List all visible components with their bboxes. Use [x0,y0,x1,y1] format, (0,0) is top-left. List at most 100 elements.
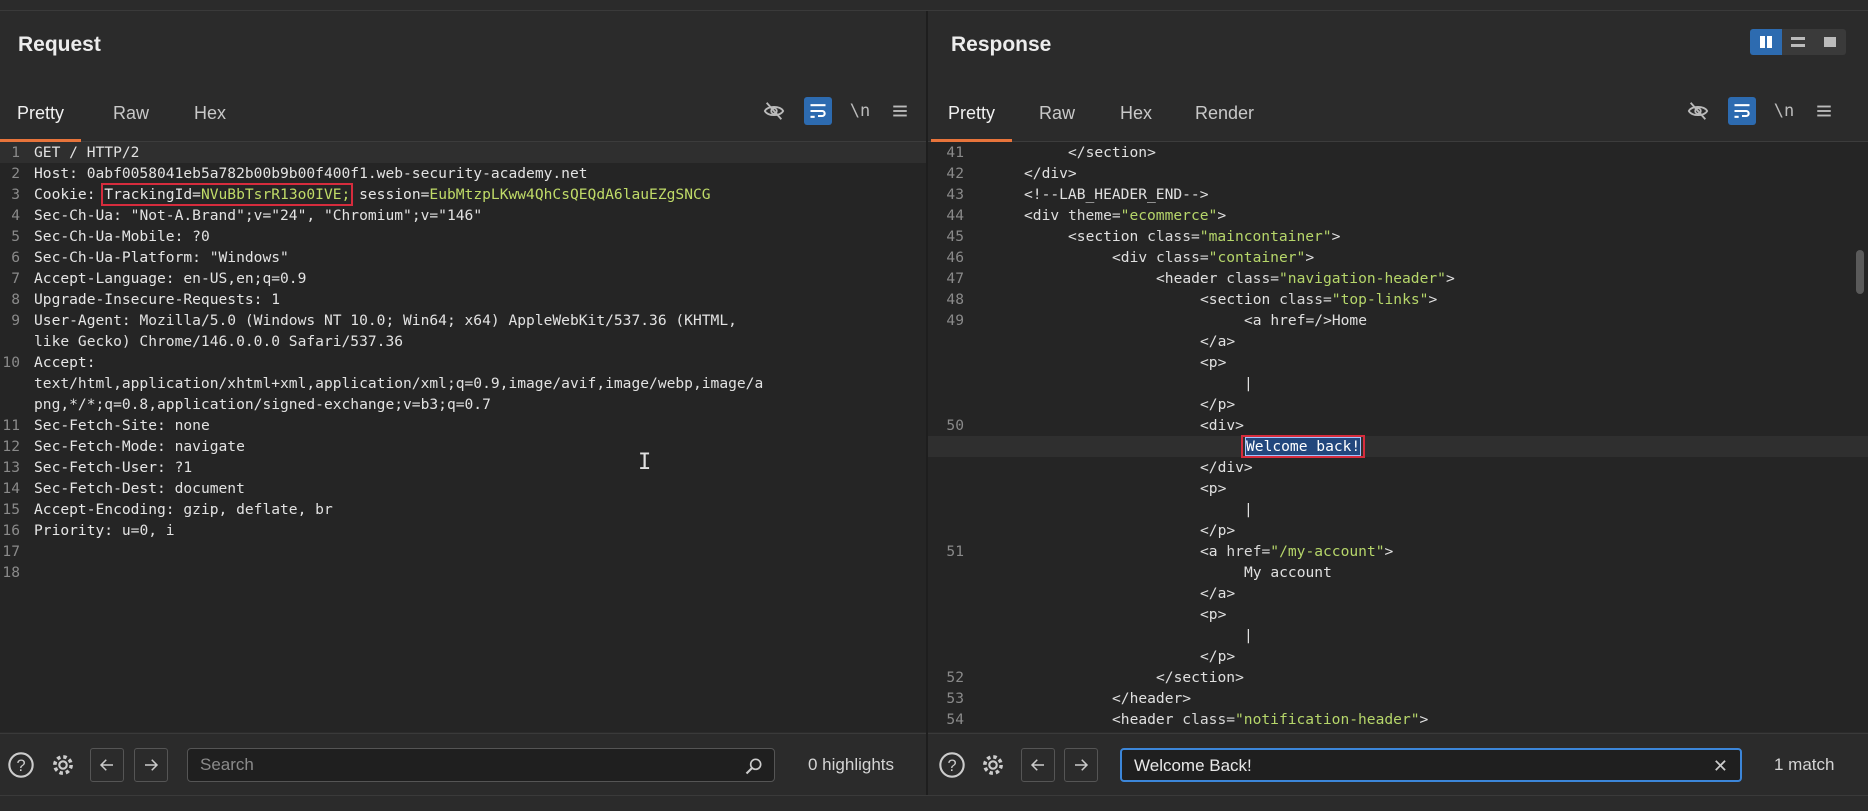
code-text: Cookie: TrackingId=NVuBbTsrR13o0IVE; ses… [34,183,711,206]
markup-tag-end: > [1305,249,1315,266]
markup-tag: <div [1024,207,1068,224]
header-value: ?1 [174,459,193,476]
code-text: Accept: [34,352,96,373]
header-name: Sec-Fetch-Dest: [34,480,175,497]
markup-text: | [1244,627,1253,644]
markup-text: My account [1244,564,1332,581]
request-editor[interactable]: 1 GET / HTTP/2 2 Host: 0abf0058041eb5a782b0… [0,142,926,732]
wrap-icon[interactable] [804,97,832,125]
code-line: </p> [928,520,1868,541]
markup-attr-name: class= [1226,270,1280,287]
response-tab-raw[interactable]: Raw [1022,83,1092,139]
help-icon[interactable]: ? [937,750,967,780]
code-text: <div class="container"> [1112,247,1314,268]
code-text: <div theme="ecommerce"> [1024,205,1226,226]
search-icon[interactable] [744,749,764,781]
window-bottom-strip [0,795,1868,811]
search-match-box[interactable]: Welcome back! [1240,435,1366,458]
code-line: 12 Sec-Fetch-Mode: navigate [0,436,926,457]
previous-arrow-icon[interactable] [90,748,124,782]
header-value: 0abf0058041eb5a782b00b9b00f400f1.web-sec… [86,165,588,182]
close-icon[interactable]: ✕ [1713,750,1728,782]
header-name: Sec-Fetch-Mode: [34,438,175,455]
request-search-bar: ? Search 0 highlights [0,733,926,796]
code-line: </a> [928,583,1868,604]
response-editor[interactable]: 41 </section> 42 </div> 43 <!--LAB_HEADER_END… [928,142,1868,732]
header-value: none [174,417,210,434]
markup-text: <p> [1200,606,1227,623]
cookie-value: NVuBbTsrR13o0IVE; [200,186,351,203]
code-line: 47 <header class="navigation-header"> [928,268,1868,289]
markup-text: </header> [1112,690,1192,707]
code-text: User-Agent: Mozilla/5.0 (Windows NT 10.0… [34,310,737,331]
code-text: </p> [1200,646,1235,667]
split-vertical-icon[interactable] [1750,29,1782,55]
newline-toggle[interactable]: \n [846,97,874,125]
line-number: 49 [946,312,964,329]
response-scrollbar[interactable] [1856,250,1864,294]
gear-icon[interactable] [48,750,78,780]
line-number: 8 [11,291,20,308]
eye-off-icon[interactable] [760,97,788,125]
line-number: 14 [2,480,20,497]
gear-icon[interactable] [978,750,1008,780]
code-line: 49 <a href=/>Home [928,310,1868,331]
line-number: 46 [946,249,964,266]
code-line: 10 Accept: [0,352,926,373]
code-text: like Gecko) Chrome/146.0.0.0 Safari/537.… [34,331,403,352]
split-horizontal-icon[interactable] [1782,29,1814,55]
code-line: </a> [928,331,1868,352]
header-value: 1 [271,291,281,308]
request-highlight-count: 0 highlights [808,755,895,774]
wrap-icon[interactable] [1728,97,1756,125]
code-plain: text/html,application/xhtml+xml,applicat… [34,375,764,392]
previous-arrow-icon[interactable] [1021,748,1055,782]
code-text: | [1244,625,1253,646]
response-match-count: 1 match [1774,755,1835,774]
newline-toggle[interactable]: \n [1770,97,1798,125]
request-search-input[interactable]: Search [187,748,775,782]
code-text: <section class="top-links"> [1200,289,1437,310]
line-number: 52 [946,669,964,686]
markup-text: </div> [1200,459,1253,476]
markup-tag-end: > [1217,207,1227,224]
code-text: png,*/*;q=0.8,application/signed-exchang… [34,394,491,415]
search-match-text: Welcome back! [1244,437,1362,456]
svg-text:?: ? [947,757,956,775]
code-text: <a href="/my-account"> [1200,541,1393,562]
line-number: 48 [946,291,964,308]
code-line: 51 <a href="/my-account"> [928,541,1868,562]
code-text: Sec-Fetch-Mode: navigate [34,436,245,457]
line-number: 17 [2,543,20,560]
single-view-icon[interactable] [1814,29,1846,55]
text-cursor-icon: I [638,450,652,475]
header-name: Sec-Ch-Ua-Platform: [34,249,210,266]
response-search-bar: ? Welcome Back! ✕ 1 match [928,733,1868,796]
code-text: <header class="navigation-header"> [1156,268,1455,289]
tracking-id-cookie[interactable]: TrackingId=NVuBbTsrR13o0IVE; [101,183,354,206]
code-text: </a> [1200,331,1235,352]
menu-icon[interactable] [1810,97,1838,125]
eye-off-icon[interactable] [1684,97,1712,125]
markup-attr-value: "navigation-header" [1279,270,1446,287]
line-number: 5 [11,228,20,245]
markup-tag-end: > [1419,711,1429,728]
header-value: document [174,480,245,497]
menu-icon[interactable] [886,97,914,125]
response-tab-render[interactable]: Render [1178,83,1271,139]
svg-text:?: ? [16,757,25,775]
request-tab-pretty[interactable]: Pretty [0,83,82,142]
request-tab-raw[interactable]: Raw [96,83,166,139]
request-tab-hex[interactable]: Hex [177,83,243,139]
response-tab-hex[interactable]: Hex [1103,83,1169,139]
next-arrow-icon[interactable] [1064,748,1098,782]
code-text: <a href=/>Home [1244,310,1367,331]
next-arrow-icon[interactable] [134,748,168,782]
code-text: <header class="notification-header"> [1112,709,1428,730]
markup-tag-end: > [1445,270,1455,287]
code-line: 2 Host: 0abf0058041eb5a782b00b9b00f400f1.… [0,163,926,184]
header-value: "Windows" [209,249,289,266]
help-icon[interactable]: ? [6,750,36,780]
response-search-input[interactable]: Welcome Back! ✕ [1120,748,1742,782]
response-tab-pretty[interactable]: Pretty [931,83,1013,142]
